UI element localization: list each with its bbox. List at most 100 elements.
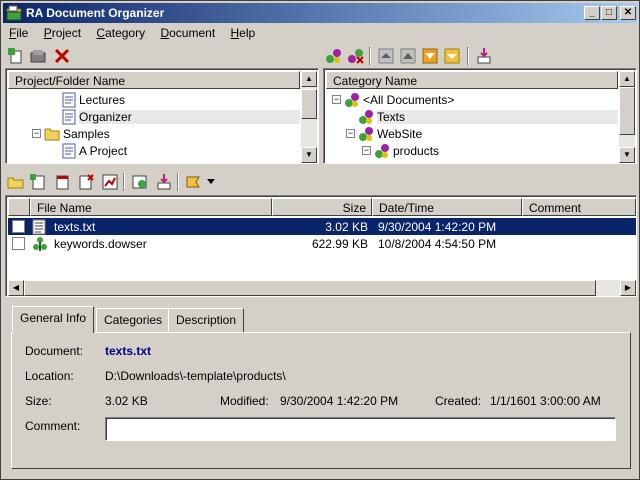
minimize-button[interactable]: _ bbox=[584, 6, 600, 20]
category-item-website[interactable]: − WebSite bbox=[328, 125, 618, 142]
tab-description[interactable]: Description bbox=[168, 308, 245, 332]
category-item-products[interactable]: − products bbox=[328, 142, 618, 159]
category-node-icon bbox=[345, 93, 359, 107]
table-row[interactable]: keywords.dowser 622.99 KB 10/8/2004 4:54… bbox=[8, 235, 636, 252]
category-item-all-documents[interactable]: − <All Documents> bbox=[328, 91, 618, 108]
column-header-datetime[interactable]: Date/Time bbox=[372, 198, 522, 216]
maximize-button[interactable]: □ bbox=[601, 6, 617, 20]
category-node-icon bbox=[359, 110, 373, 124]
file-list-hscrollbar[interactable]: ◀ ▶ bbox=[8, 280, 636, 296]
column-header-comment[interactable]: Comment bbox=[522, 198, 636, 216]
document-label: Document: bbox=[25, 344, 84, 358]
scroll-down-button[interactable]: ▼ bbox=[619, 147, 635, 163]
scroll-left-button[interactable]: ◀ bbox=[8, 280, 24, 296]
menu-bar: File Project Category Document Help bbox=[3, 24, 637, 42]
size-value: 3.02 KB bbox=[105, 394, 148, 408]
project-tree[interactable]: Project/Folder Name Lectures Organizer −… bbox=[5, 68, 319, 164]
project-tree-header[interactable]: Project/Folder Name bbox=[8, 71, 300, 89]
size-label: Size: bbox=[25, 394, 52, 408]
category-tree-scrollbar[interactable]: ▲ ▼ bbox=[619, 71, 635, 163]
toolbar-separator bbox=[123, 173, 125, 191]
category-node-icon bbox=[359, 127, 373, 141]
project-toolbar bbox=[5, 45, 315, 67]
scroll-thumb[interactable] bbox=[301, 89, 317, 119]
new-category-icon[interactable] bbox=[325, 47, 343, 65]
project-tree-scrollbar[interactable]: ▲ ▼ bbox=[301, 71, 317, 163]
move-bottom-icon[interactable] bbox=[443, 47, 461, 65]
menu-category[interactable]: Category bbox=[90, 24, 151, 42]
tree-item-lectures[interactable]: Lectures bbox=[10, 91, 300, 108]
window-title: RA Document Organizer bbox=[26, 6, 165, 20]
open-document-icon[interactable] bbox=[131, 173, 149, 191]
menu-document[interactable]: Document bbox=[154, 24, 221, 42]
folder-icon bbox=[44, 128, 60, 141]
tab-general-info[interactable]: General Info bbox=[12, 306, 95, 333]
category-tree[interactable]: Category Name − <All Documents> Texts − … bbox=[323, 68, 637, 164]
column-header-file-name[interactable]: File Name bbox=[30, 198, 272, 216]
file-list[interactable]: File Name Size Date/Time Comment texts.t… bbox=[5, 195, 637, 297]
file-datetime: 9/30/2004 1:42:20 PM bbox=[378, 220, 497, 234]
menu-project[interactable]: Project bbox=[38, 24, 87, 42]
category-toolbar bbox=[323, 45, 637, 67]
close-button[interactable]: ✕ bbox=[620, 6, 636, 20]
expander-button[interactable]: − bbox=[346, 129, 355, 138]
created-label: Created: bbox=[435, 394, 482, 408]
expander-button[interactable]: − bbox=[32, 129, 41, 138]
menu-help[interactable]: Help bbox=[225, 24, 262, 42]
tree-item-a-project[interactable]: A Project bbox=[10, 142, 300, 159]
column-header-check[interactable] bbox=[8, 198, 30, 216]
document-toolbar bbox=[5, 171, 635, 193]
comment-label: Comment: bbox=[25, 419, 81, 433]
tree-item-samples[interactable]: − Samples bbox=[10, 125, 300, 142]
row-checkbox[interactable] bbox=[12, 220, 25, 233]
scroll-right-button[interactable]: ▶ bbox=[620, 280, 636, 296]
file-size: 622.99 KB bbox=[311, 237, 368, 251]
delete-document-icon[interactable] bbox=[77, 173, 95, 191]
scroll-up-button[interactable]: ▲ bbox=[301, 71, 317, 87]
delete-icon[interactable] bbox=[53, 47, 71, 65]
location-value: D:\Downloads\-template\products\ bbox=[105, 369, 286, 383]
file-name: keywords.dowser bbox=[54, 237, 147, 251]
tab-categories[interactable]: Categories bbox=[96, 308, 171, 332]
tree-item-organizer[interactable]: Organizer bbox=[10, 108, 300, 125]
menu-file[interactable]: File bbox=[3, 24, 34, 42]
category-item-texts[interactable]: Texts bbox=[328, 108, 618, 125]
file-datetime: 10/8/2004 4:54:50 PM bbox=[378, 237, 497, 251]
properties-icon[interactable] bbox=[101, 173, 119, 191]
scroll-up-button[interactable]: ▲ bbox=[619, 71, 635, 87]
category-tree-header[interactable]: Category Name bbox=[326, 71, 618, 89]
move-down-icon[interactable] bbox=[421, 47, 439, 65]
column-header-size[interactable]: Size bbox=[272, 198, 372, 216]
open-folder-icon[interactable] bbox=[7, 173, 25, 191]
table-row[interactable]: texts.txt 3.02 KB 9/30/2004 1:42:20 PM bbox=[8, 218, 636, 235]
row-checkbox[interactable] bbox=[12, 237, 25, 250]
file-name: texts.txt bbox=[54, 220, 96, 234]
expander-button[interactable]: − bbox=[332, 95, 341, 104]
dowser-file-icon bbox=[33, 237, 47, 251]
dropdown-icon[interactable] bbox=[207, 179, 215, 185]
expander-button[interactable]: − bbox=[362, 146, 371, 155]
import-icon[interactable] bbox=[475, 47, 493, 65]
move-top-icon[interactable] bbox=[377, 47, 395, 65]
document-icon bbox=[62, 143, 76, 159]
document-icon bbox=[62, 92, 76, 108]
tag-icon[interactable] bbox=[185, 173, 203, 191]
add-document-icon[interactable] bbox=[29, 173, 47, 191]
import-icon[interactable] bbox=[155, 173, 173, 191]
scroll-thumb[interactable] bbox=[24, 280, 596, 296]
open-folder-icon[interactable] bbox=[29, 47, 47, 65]
new-project-icon[interactable] bbox=[7, 47, 25, 65]
document-value: texts.txt bbox=[105, 344, 152, 358]
remove-document-icon[interactable] bbox=[53, 173, 71, 191]
title-bar[interactable]: RA Document Organizer _ □ ✕ bbox=[3, 3, 637, 23]
comment-field[interactable] bbox=[105, 417, 616, 441]
text-file-icon bbox=[32, 219, 46, 235]
main-window: RA Document Organizer _ □ ✕ File Project… bbox=[0, 0, 640, 480]
document-icon bbox=[62, 109, 76, 125]
delete-category-icon[interactable] bbox=[347, 47, 365, 65]
scroll-thumb[interactable] bbox=[619, 87, 635, 135]
toolbar-separator bbox=[177, 173, 179, 191]
category-node-icon bbox=[375, 144, 389, 158]
scroll-down-button[interactable]: ▼ bbox=[301, 147, 317, 163]
move-up-icon[interactable] bbox=[399, 47, 417, 65]
